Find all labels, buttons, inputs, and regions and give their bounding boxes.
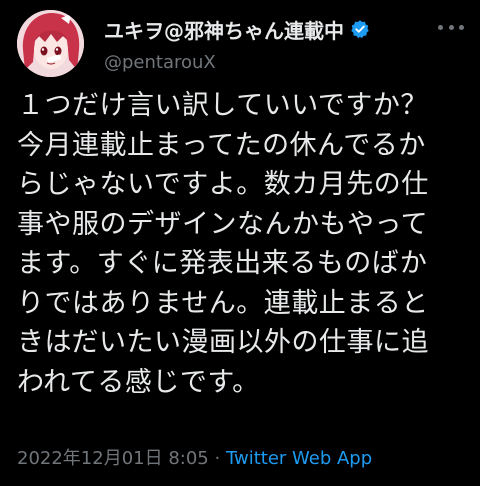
tweet-timestamp[interactable]: 2022年12月01日 8:05 [17, 448, 209, 469]
tweet-text-line: きはだいたい漫画以外の仕事に追 [17, 327, 429, 358]
display-name[interactable]: ユキヲ@邪神ちゃん連載中 [104, 15, 344, 44]
avatar-icon [17, 10, 84, 77]
tweet-text-line: 今月連載止まってたの休んでるか [17, 129, 426, 161]
more-dot [459, 24, 464, 30]
tweet-text-line: りではありません。連載止まると [17, 287, 429, 319]
more-options-icon[interactable] [438, 22, 464, 32]
source-app-link[interactable]: Twitter Web App [226, 448, 372, 469]
tweet-text-line: １つだけ言い訳していいですか？ [17, 90, 428, 121]
more-dot [448, 24, 454, 30]
tweet-meta: 2022年12月01日 8:05 · Twitter Web App [17, 444, 372, 470]
verified-badge-icon [350, 19, 370, 39]
name-row: ユキヲ@邪神ちゃん連載中 [104, 14, 464, 44]
avatar[interactable] [17, 10, 84, 77]
user-handle[interactable]: @pentarouX [104, 52, 464, 73]
more-dot [438, 24, 443, 30]
tweet-header: ユキヲ@邪神ちゃん連載中 @pentarouX [104, 14, 464, 73]
tweet-text-line: われてる感じです。 [17, 366, 260, 398]
tweet-text-line: らじゃないですよ。数カ月先の仕 [17, 169, 429, 200]
tweet-text-line: 事や服のデザインなんかもやって [17, 208, 429, 240]
meta-separator: · [214, 448, 221, 469]
tweet-text-line: ます。すぐに発表出来るものばか [17, 248, 428, 279]
tweet-text: １つだけ言い訳していいですか？ 今月連載止まってたの休んでるか らじゃないですよ… [17, 86, 469, 402]
tweet: ユキヲ@邪神ちゃん連載中 @pentarouX １つだけ言い訳していいですか？ … [0, 0, 480, 486]
